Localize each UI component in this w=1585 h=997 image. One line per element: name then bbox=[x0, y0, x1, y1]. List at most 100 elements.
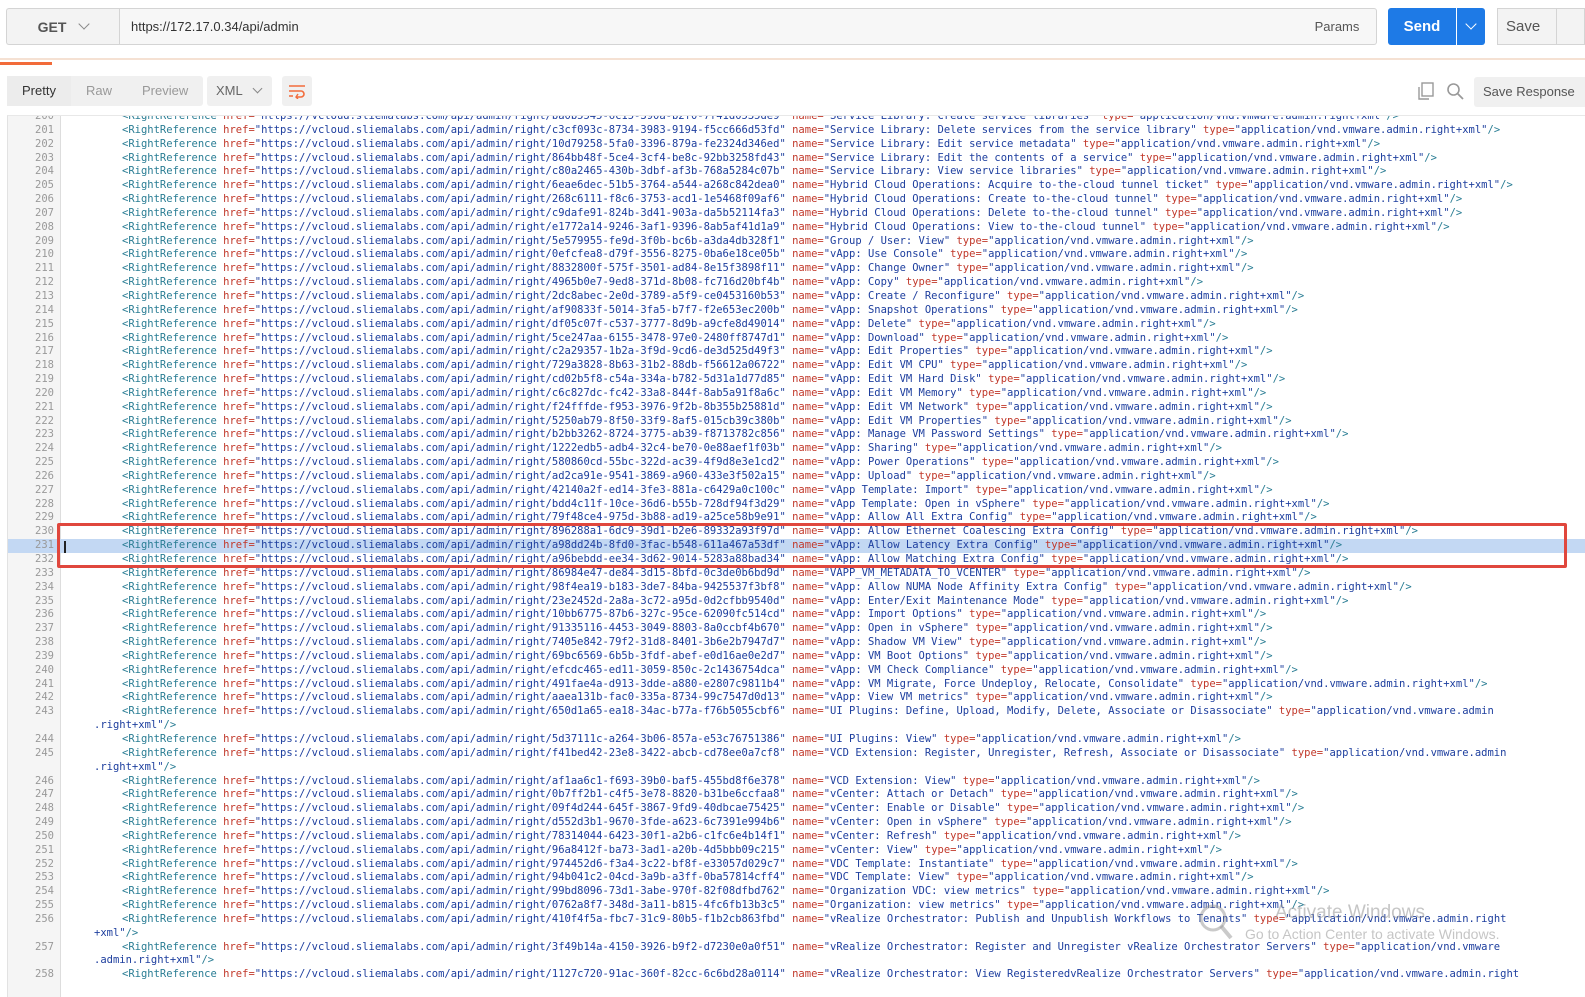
code-line[interactable]: 253 <RightReference href="https://vcloud.… bbox=[8, 871, 1585, 885]
send-button[interactable]: Send bbox=[1388, 8, 1456, 45]
code-line[interactable]: 225 <RightReference href="https://vcloud.… bbox=[8, 456, 1585, 470]
code-line[interactable]: .admin.right+xml"/> bbox=[8, 954, 1585, 968]
code-line[interactable]: 215 <RightReference href="https://vcloud.… bbox=[8, 318, 1585, 332]
code-line[interactable]: 234 <RightReference href="https://vcloud.… bbox=[8, 581, 1585, 595]
code-line[interactable]: 205 <RightReference href="https://vcloud.… bbox=[8, 179, 1585, 193]
code-token: href= bbox=[223, 400, 255, 413]
line-number: 216 bbox=[35, 331, 54, 344]
code-line[interactable]: 232 <RightReference href="https://vcloud.… bbox=[8, 553, 1585, 567]
code-line[interactable]: 245 <RightReference href="https://vcloud.… bbox=[8, 747, 1585, 761]
code-line[interactable]: 208 <RightReference href="https://vcloud.… bbox=[8, 221, 1585, 235]
code-line[interactable]: 248 <RightReference href="https://vcloud.… bbox=[8, 802, 1585, 816]
code-line[interactable]: 214 <RightReference href="https://vcloud.… bbox=[8, 304, 1585, 318]
code-line[interactable]: 249 <RightReference href="https://vcloud.… bbox=[8, 816, 1585, 830]
code-line[interactable]: 252 <RightReference href="https://vcloud.… bbox=[8, 858, 1585, 872]
code-line[interactable]: 217 <RightReference href="https://vcloud.… bbox=[8, 345, 1585, 359]
response-body[interactable]: 200 <RightReference href="https://vcloud.… bbox=[7, 115, 1585, 997]
code-token: "Hybrid Cloud Operations: View to-the-cl… bbox=[823, 220, 1153, 233]
code-line[interactable]: 241 <RightReference href="https://vcloud.… bbox=[8, 678, 1585, 692]
code-line[interactable]: 255 <RightReference href="https://vcloud.… bbox=[8, 899, 1585, 913]
code-token: href= bbox=[223, 871, 255, 884]
code-token: <RightReference bbox=[122, 968, 224, 981]
url-input[interactable]: https://172.17.0.34/api/admin bbox=[119, 8, 1299, 45]
code-line[interactable]: 201 <RightReference href="https://vcloud.… bbox=[8, 124, 1585, 138]
code-line[interactable]: 228 <RightReference href="https://vcloud.… bbox=[8, 498, 1585, 512]
code-line[interactable]: 244 <RightReference href="https://vcloud.… bbox=[8, 733, 1585, 747]
code-line[interactable]: 229 <RightReference href="https://vcloud.… bbox=[8, 511, 1585, 525]
code-line[interactable]: 246 <RightReference href="https://vcloud.… bbox=[8, 775, 1585, 789]
code-line[interactable]: 251 <RightReference href="https://vcloud.… bbox=[8, 844, 1585, 858]
code-token: /> bbox=[1386, 115, 1400, 122]
code-line[interactable]: 240 <RightReference href="https://vcloud.… bbox=[8, 664, 1585, 678]
save-dropdown-button[interactable] bbox=[1557, 8, 1585, 45]
code-line[interactable]: 222 <RightReference href="https://vcloud.… bbox=[8, 415, 1585, 429]
method-select[interactable]: GET bbox=[6, 8, 119, 45]
code-line[interactable]: 202 <RightReference href="https://vcloud.… bbox=[8, 138, 1585, 152]
code-token: "https://vcloud.sliemalabs.com/api/admin… bbox=[254, 857, 793, 870]
code-line[interactable]: 235 <RightReference href="https://vcloud.… bbox=[8, 595, 1585, 609]
code-line[interactable]: 226 <RightReference href="https://vcloud.… bbox=[8, 470, 1585, 484]
code-line[interactable]: 239 <RightReference href="https://vcloud.… bbox=[8, 650, 1585, 664]
wrap-lines-button[interactable] bbox=[282, 76, 312, 106]
code-line[interactable]: 203 <RightReference href="https://vcloud.… bbox=[8, 152, 1585, 166]
send-dropdown-button[interactable] bbox=[1457, 8, 1485, 45]
code-line[interactable]: +xml"/> bbox=[8, 927, 1585, 941]
code-line[interactable]: 220 <RightReference href="https://vcloud.… bbox=[8, 387, 1585, 401]
code-line[interactable]: 233 <RightReference href="https://vcloud.… bbox=[8, 567, 1585, 581]
code-line[interactable]: 256 <RightReference href="https://vcloud.… bbox=[8, 913, 1585, 927]
tab-preview[interactable]: Preview bbox=[127, 76, 203, 106]
params-button[interactable]: Params bbox=[1298, 8, 1377, 45]
code-line[interactable]: 224 <RightReference href="https://vcloud.… bbox=[8, 442, 1585, 456]
code-line[interactable]: 219 <RightReference href="https://vcloud.… bbox=[8, 373, 1585, 387]
code-line[interactable]: 223 <RightReference href="https://vcloud.… bbox=[8, 428, 1585, 442]
save-button[interactable]: Save bbox=[1497, 8, 1557, 45]
line-number: 204 bbox=[35, 165, 54, 178]
code-line[interactable]: .right+xml"/> bbox=[8, 719, 1585, 733]
code-line[interactable]: 200 <RightReference href="https://vcloud.… bbox=[8, 115, 1585, 124]
format-select[interactable]: XML bbox=[207, 76, 272, 106]
code-line[interactable]: 250 <RightReference href="https://vcloud.… bbox=[8, 830, 1585, 844]
code-line[interactable]: 227 <RightReference href="https://vcloud.… bbox=[8, 484, 1585, 498]
code-token: /> bbox=[1278, 816, 1292, 829]
code-token: /> bbox=[1259, 400, 1273, 413]
code-line[interactable]: 204 <RightReference href="https://vcloud.… bbox=[8, 165, 1585, 179]
code-line[interactable]: 206 <RightReference href="https://vcloud.… bbox=[8, 193, 1585, 207]
code-line[interactable]: 209 <RightReference href="https://vcloud.… bbox=[8, 235, 1585, 249]
code-line[interactable]: 213 <RightReference href="https://vcloud.… bbox=[8, 290, 1585, 304]
code-line[interactable]: 247 <RightReference href="https://vcloud.… bbox=[8, 788, 1585, 802]
code-token: "https://vcloud.sliemalabs.com/api/admin… bbox=[254, 788, 793, 801]
code-token: <RightReference bbox=[122, 123, 224, 136]
tab-pretty[interactable]: Pretty bbox=[7, 76, 71, 106]
line-number: 252 bbox=[35, 857, 54, 870]
code-token: "Hybrid Cloud Operations: Create to-the-… bbox=[823, 193, 1166, 206]
code-line[interactable]: 218 <RightReference href="https://vcloud.… bbox=[8, 359, 1585, 373]
code-token: "vApp: Snapshot Operations" bbox=[823, 303, 1001, 316]
code-line[interactable]: 216 <RightReference href="https://vcloud.… bbox=[8, 332, 1585, 346]
tab-raw[interactable]: Raw bbox=[71, 76, 127, 106]
code-token: type= bbox=[975, 649, 1008, 662]
code-line[interactable]: 257 <RightReference href="https://vcloud.… bbox=[8, 941, 1585, 955]
code-line[interactable]: 221 <RightReference href="https://vcloud.… bbox=[8, 401, 1585, 415]
code-line[interactable]: 258 <RightReference href="https://vcloud.… bbox=[8, 968, 1585, 982]
code-line[interactable]: 254 <RightReference href="https://vcloud.… bbox=[8, 885, 1585, 899]
code-line[interactable]: .right+xml"/> bbox=[8, 761, 1585, 775]
search-icon[interactable] bbox=[1446, 82, 1464, 100]
code-line[interactable]: 236 <RightReference href="https://vcloud.… bbox=[8, 608, 1585, 622]
code-line[interactable]: 230 <RightReference href="https://vcloud.… bbox=[8, 525, 1585, 539]
code-token: href= bbox=[223, 469, 255, 482]
code-line[interactable]: 210 <RightReference href="https://vcloud.… bbox=[8, 248, 1585, 262]
code-line[interactable]: 237 <RightReference href="https://vcloud.… bbox=[8, 622, 1585, 636]
code-token: type= bbox=[1051, 428, 1083, 441]
code-line[interactable]: 211 <RightReference href="https://vcloud.… bbox=[8, 262, 1585, 276]
code-line[interactable]: 212 <RightReference href="https://vcloud.… bbox=[8, 276, 1585, 290]
code-token: "vApp: Enter/Exit Maintenance Mode" bbox=[823, 594, 1052, 607]
line-text: <RightReference href="https://vcloud.sli… bbox=[60, 747, 1585, 761]
copy-icon[interactable] bbox=[1417, 82, 1435, 100]
line-text: <RightReference href="https://vcloud.sli… bbox=[60, 581, 1585, 595]
code-line[interactable]: 231 <RightReference href="https://vcloud.… bbox=[8, 539, 1585, 553]
code-line[interactable]: 243 <RightReference href="https://vcloud.… bbox=[8, 705, 1585, 719]
code-line[interactable]: 242 <RightReference href="https://vcloud.… bbox=[8, 691, 1585, 705]
save-response-button[interactable]: Save Response bbox=[1474, 77, 1585, 107]
code-line[interactable]: 238 <RightReference href="https://vcloud.… bbox=[8, 636, 1585, 650]
code-line[interactable]: 207 <RightReference href="https://vcloud.… bbox=[8, 207, 1585, 221]
